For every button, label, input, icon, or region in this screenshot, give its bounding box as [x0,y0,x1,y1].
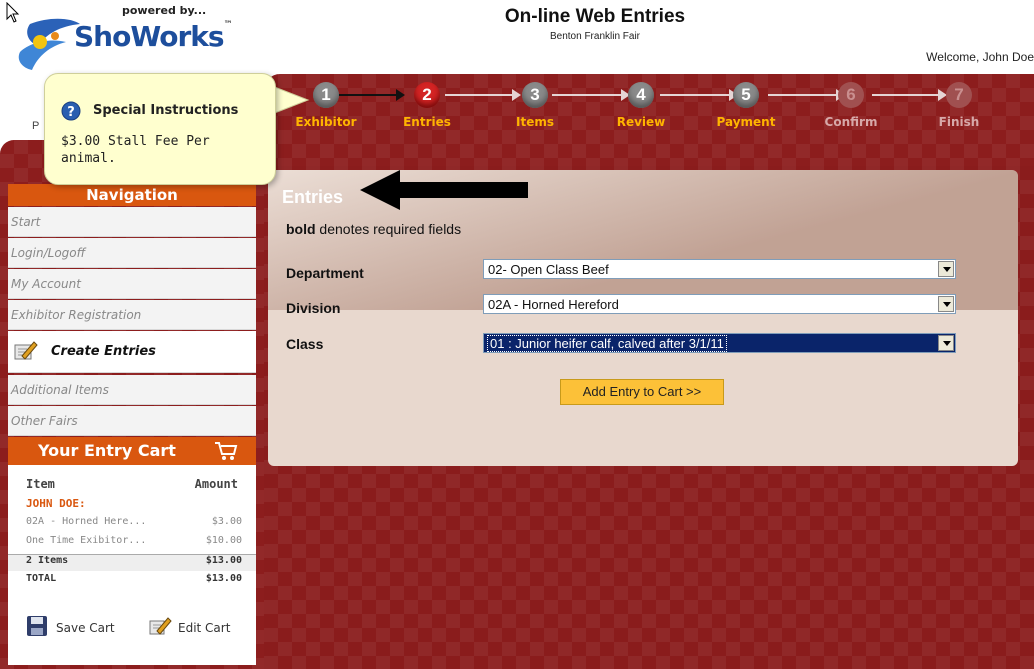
step-label: Entries [403,115,451,129]
save-cart-button[interactable]: Save Cart [26,615,115,640]
cart-total-label: TOTAL [26,573,57,584]
chevron-down-icon[interactable] [938,296,954,312]
hidden-text-peek: P [32,120,40,132]
cart-total: TOTAL $13.00 [8,573,256,589]
chevron-down-icon[interactable] [938,261,954,277]
entries-title: Entries [282,187,344,207]
save-cart-label: Save Cart [56,621,115,635]
division-value: 02A - Horned Hereford [488,297,619,312]
pencil-icon [149,617,172,635]
cart-total-amount: $13.00 [205,573,242,584]
step-label: Review [616,115,666,129]
special-instructions-tooltip: ? Special Instructions $3.00 Stall Fee P… [44,73,276,185]
nav-item-my-account[interactable]: My Account [8,269,256,299]
cart-line-item: 02A - Horned Here... [26,516,147,527]
cart-subtotal-label: 2 Items [26,555,69,566]
department-label: Department [286,265,364,281]
tooltip-pointer [271,85,310,115]
step-label: Finish [938,115,980,129]
nav-item-login-logoff[interactable]: Login/Logoff [8,238,256,268]
note-text: denotes required fields [315,221,462,237]
step-number: 1 [313,82,339,108]
navigation-heading: Navigation [8,184,256,206]
tooltip-title: Special Instructions [93,103,239,118]
step-number: 3 [522,82,548,108]
step-label: Payment [716,115,776,129]
class-select[interactable]: 01 : Junior heifer calf, calved after 3/… [483,333,956,353]
cart-line-amount: $10.00 [205,535,242,546]
required-fields-note: bold denotes required fields [286,221,461,237]
step-number: 4 [628,82,654,108]
cart-col-amount: Amount [194,477,238,491]
department-select[interactable]: 02- Open Class Beef [483,259,956,279]
add-entry-to-cart-button[interactable]: Add Entry to Cart >> [560,379,724,405]
step-confirm: 6 Confirm [806,82,896,129]
annotation-arrow-icon [360,170,528,210]
entries-panel: Entries bold denotes required fields Dep… [268,170,1018,466]
step-label: Items [516,115,554,129]
department-value: 02- Open Class Beef [488,262,609,277]
step-payment[interactable]: 5 Payment [701,82,791,129]
division-select[interactable]: 02A - Horned Hereford [483,294,956,314]
step-number: 2 [414,82,440,108]
step-finish: 7 Finish [914,82,1004,129]
nav-item-exhibitor-registration[interactable]: Exhibitor Registration [8,300,256,330]
nav-item-create-entries[interactable]: Create Entries [8,331,256,373]
page-title: On-line Web Entries [504,6,686,27]
cart-line: One Time Exibitor... $10.00 [8,535,256,551]
step-items[interactable]: 3 Items [490,82,580,129]
edit-cart-button[interactable]: Edit Cart [148,615,230,640]
floppy-disk-icon [27,616,47,636]
cart-owner-name: JOHN DOE: [26,497,86,510]
nav-item-other-fairs[interactable]: Other Fairs [8,406,256,436]
cart-body: Item Amount JOHN DOE: 02A - Horned Here.… [8,465,256,665]
cart-line-amount: $3.00 [211,516,242,527]
header: powered by... ShoWorks™ On-line Web Entr… [0,0,1034,80]
nav-item-label: Create Entries [51,344,156,359]
cart-line: 02A - Horned Here... $3.00 [8,516,256,532]
pencil-icon [14,341,38,360]
cart-col-item: Item [26,477,55,491]
step-review[interactable]: 4 Review [596,82,686,129]
cart-heading-label: Your Entry Cart [38,441,176,460]
cart-heading: Your Entry Cart [8,437,256,465]
step-label: Confirm [824,115,878,129]
step-entries[interactable]: 2 Entries [382,82,472,129]
step-number: 7 [946,82,972,108]
shopping-cart-icon [215,442,238,460]
class-value: 01 : Junior heifer calf, calved after 3/… [487,335,727,352]
tooltip-body: $3.00 Stall Fee Per animal. [61,134,210,166]
cart-owner: JOHN DOE: [8,497,256,513]
step-number: 6 [838,82,864,108]
cart-subtotal: 2 Items $13.00 [8,554,256,571]
step-number: 5 [733,82,759,108]
division-label: Division [286,300,341,316]
chevron-down-icon[interactable] [938,335,954,351]
fair-name: Benton Franklin Fair [549,31,641,42]
edit-cart-label: Edit Cart [178,621,231,635]
nav-item-start[interactable]: Start [8,207,256,237]
cart-subtotal-amount: $13.00 [205,555,242,566]
svg-text:?: ? [67,105,75,120]
nav-item-additional-items[interactable]: Additional Items [8,375,256,405]
help-icon: ? [61,101,81,121]
cart-line-item: One Time Exibitor... [26,535,147,546]
note-bold-word: bold [286,221,316,237]
class-label: Class [286,336,324,352]
welcome-text: Welcome, John Doe [926,50,1034,64]
